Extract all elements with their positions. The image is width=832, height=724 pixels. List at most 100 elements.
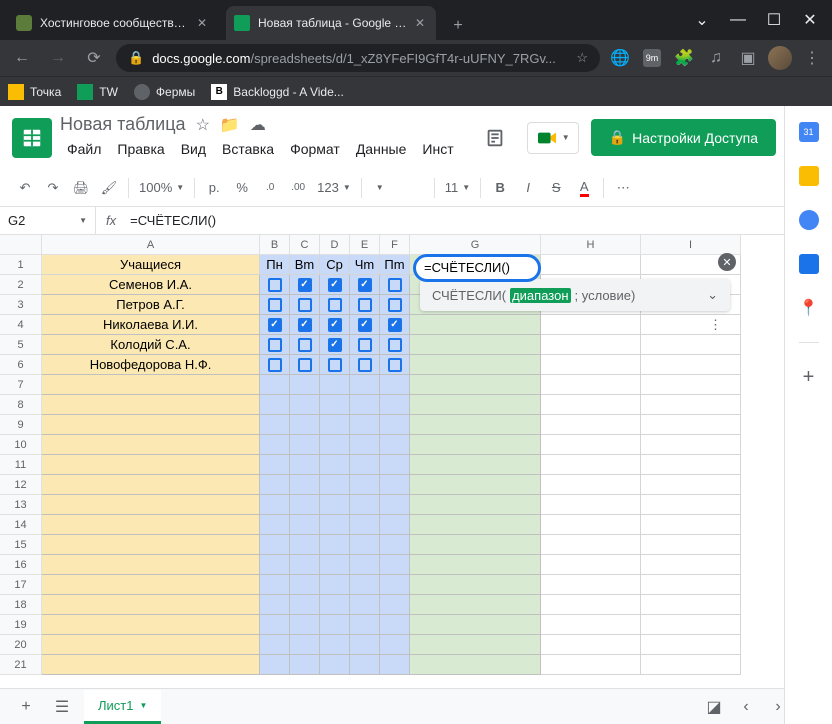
- menu-insert[interactable]: Вставка: [215, 137, 281, 161]
- checkbox[interactable]: [268, 358, 282, 372]
- star-icon[interactable]: ☆: [196, 115, 210, 135]
- translate-icon[interactable]: 🌐: [608, 46, 632, 70]
- close-button[interactable]: ✕: [804, 14, 816, 26]
- checkbox[interactable]: [358, 358, 372, 372]
- close-hint-button[interactable]: ✕: [718, 253, 736, 271]
- cell[interactable]: [541, 475, 641, 495]
- cell[interactable]: [380, 415, 410, 435]
- cell[interactable]: [42, 435, 260, 455]
- cell[interactable]: [290, 435, 320, 455]
- italic-button[interactable]: I: [515, 175, 541, 201]
- cell[interactable]: [260, 635, 290, 655]
- cell[interactable]: [42, 615, 260, 635]
- cell[interactable]: Колодий С.А.: [42, 335, 260, 355]
- cell[interactable]: [350, 435, 380, 455]
- cell[interactable]: [410, 555, 541, 575]
- checkbox[interactable]: [388, 338, 402, 352]
- cell[interactable]: [410, 475, 541, 495]
- column-header[interactable]: A: [42, 235, 260, 255]
- checkbox[interactable]: [298, 298, 312, 312]
- checkbox[interactable]: [268, 338, 282, 352]
- cell[interactable]: [350, 375, 380, 395]
- active-cell[interactable]: =СЧЁТЕСЛИ(): [413, 254, 541, 282]
- checkbox[interactable]: [388, 358, 402, 372]
- browser-tab[interactable]: Хостинговое сообщество «Time ✕: [8, 6, 218, 40]
- cell[interactable]: [320, 335, 350, 355]
- checkbox[interactable]: [358, 338, 372, 352]
- history-icon[interactable]: [475, 118, 515, 158]
- cell[interactable]: Чm: [350, 255, 380, 275]
- increase-decimal-button[interactable]: .00: [285, 175, 311, 201]
- checkbox[interactable]: [298, 278, 312, 292]
- cell[interactable]: [380, 535, 410, 555]
- cell[interactable]: [260, 615, 290, 635]
- cell[interactable]: [42, 575, 260, 595]
- maps-icon[interactable]: 📍: [799, 298, 819, 318]
- print-button[interactable]: 🖨: [68, 175, 94, 201]
- cell[interactable]: [260, 275, 290, 295]
- paint-format-button[interactable]: 🖌: [96, 175, 122, 201]
- row-header[interactable]: 21: [0, 655, 42, 675]
- strikethrough-button[interactable]: S: [543, 175, 569, 201]
- cell[interactable]: [290, 595, 320, 615]
- cell[interactable]: [320, 655, 350, 675]
- row-header[interactable]: 17: [0, 575, 42, 595]
- cell[interactable]: [541, 655, 641, 675]
- name-box[interactable]: G2▼: [0, 207, 96, 234]
- cell[interactable]: [260, 315, 290, 335]
- cell[interactable]: [320, 535, 350, 555]
- tasks-icon[interactable]: [799, 210, 819, 230]
- cell[interactable]: [380, 295, 410, 315]
- menu-data[interactable]: Данные: [349, 137, 414, 161]
- cell[interactable]: [410, 495, 541, 515]
- menu-file[interactable]: Файл: [60, 137, 108, 161]
- font-size-select[interactable]: 11▼: [441, 180, 474, 195]
- cell[interactable]: [350, 415, 380, 435]
- cell[interactable]: [320, 495, 350, 515]
- cell[interactable]: [260, 375, 290, 395]
- meet-button[interactable]: ▼: [527, 122, 579, 154]
- cell[interactable]: [260, 475, 290, 495]
- cell[interactable]: [42, 455, 260, 475]
- cell[interactable]: [541, 355, 641, 375]
- minimize-button[interactable]: —: [732, 14, 744, 26]
- cell[interactable]: [320, 315, 350, 335]
- redo-button[interactable]: ↷: [40, 175, 66, 201]
- cell[interactable]: [290, 335, 320, 355]
- cell[interactable]: [641, 575, 741, 595]
- cell[interactable]: [42, 495, 260, 515]
- cell[interactable]: [320, 395, 350, 415]
- cell[interactable]: [350, 595, 380, 615]
- row-header[interactable]: 9: [0, 415, 42, 435]
- cell[interactable]: [541, 375, 641, 395]
- cell[interactable]: [42, 635, 260, 655]
- menu-view[interactable]: Вид: [174, 137, 213, 161]
- cell[interactable]: [350, 555, 380, 575]
- cell[interactable]: [641, 635, 741, 655]
- star-icon[interactable]: ☆: [576, 50, 588, 66]
- cell[interactable]: [380, 635, 410, 655]
- cell[interactable]: [290, 395, 320, 415]
- cell[interactable]: [410, 415, 541, 435]
- column-header[interactable]: C: [290, 235, 320, 255]
- font-select[interactable]: ▼: [368, 183, 428, 192]
- cell[interactable]: Ср: [320, 255, 350, 275]
- cell[interactable]: [290, 375, 320, 395]
- cell[interactable]: [320, 295, 350, 315]
- cell[interactable]: [380, 375, 410, 395]
- cell[interactable]: [260, 395, 290, 415]
- row-header[interactable]: 4: [0, 315, 42, 335]
- cell[interactable]: [541, 515, 641, 535]
- cell[interactable]: [42, 555, 260, 575]
- cell[interactable]: [410, 595, 541, 615]
- checkbox[interactable]: [388, 298, 402, 312]
- contacts-icon[interactable]: [799, 254, 819, 274]
- cell[interactable]: [380, 435, 410, 455]
- cell[interactable]: [320, 375, 350, 395]
- cell[interactable]: [641, 535, 741, 555]
- bold-button[interactable]: B: [487, 175, 513, 201]
- more-icon[interactable]: ⋮: [709, 317, 722, 333]
- add-sheet-button[interactable]: +: [12, 693, 40, 721]
- explore-button[interactable]: ◪: [700, 693, 728, 721]
- row-header[interactable]: 14: [0, 515, 42, 535]
